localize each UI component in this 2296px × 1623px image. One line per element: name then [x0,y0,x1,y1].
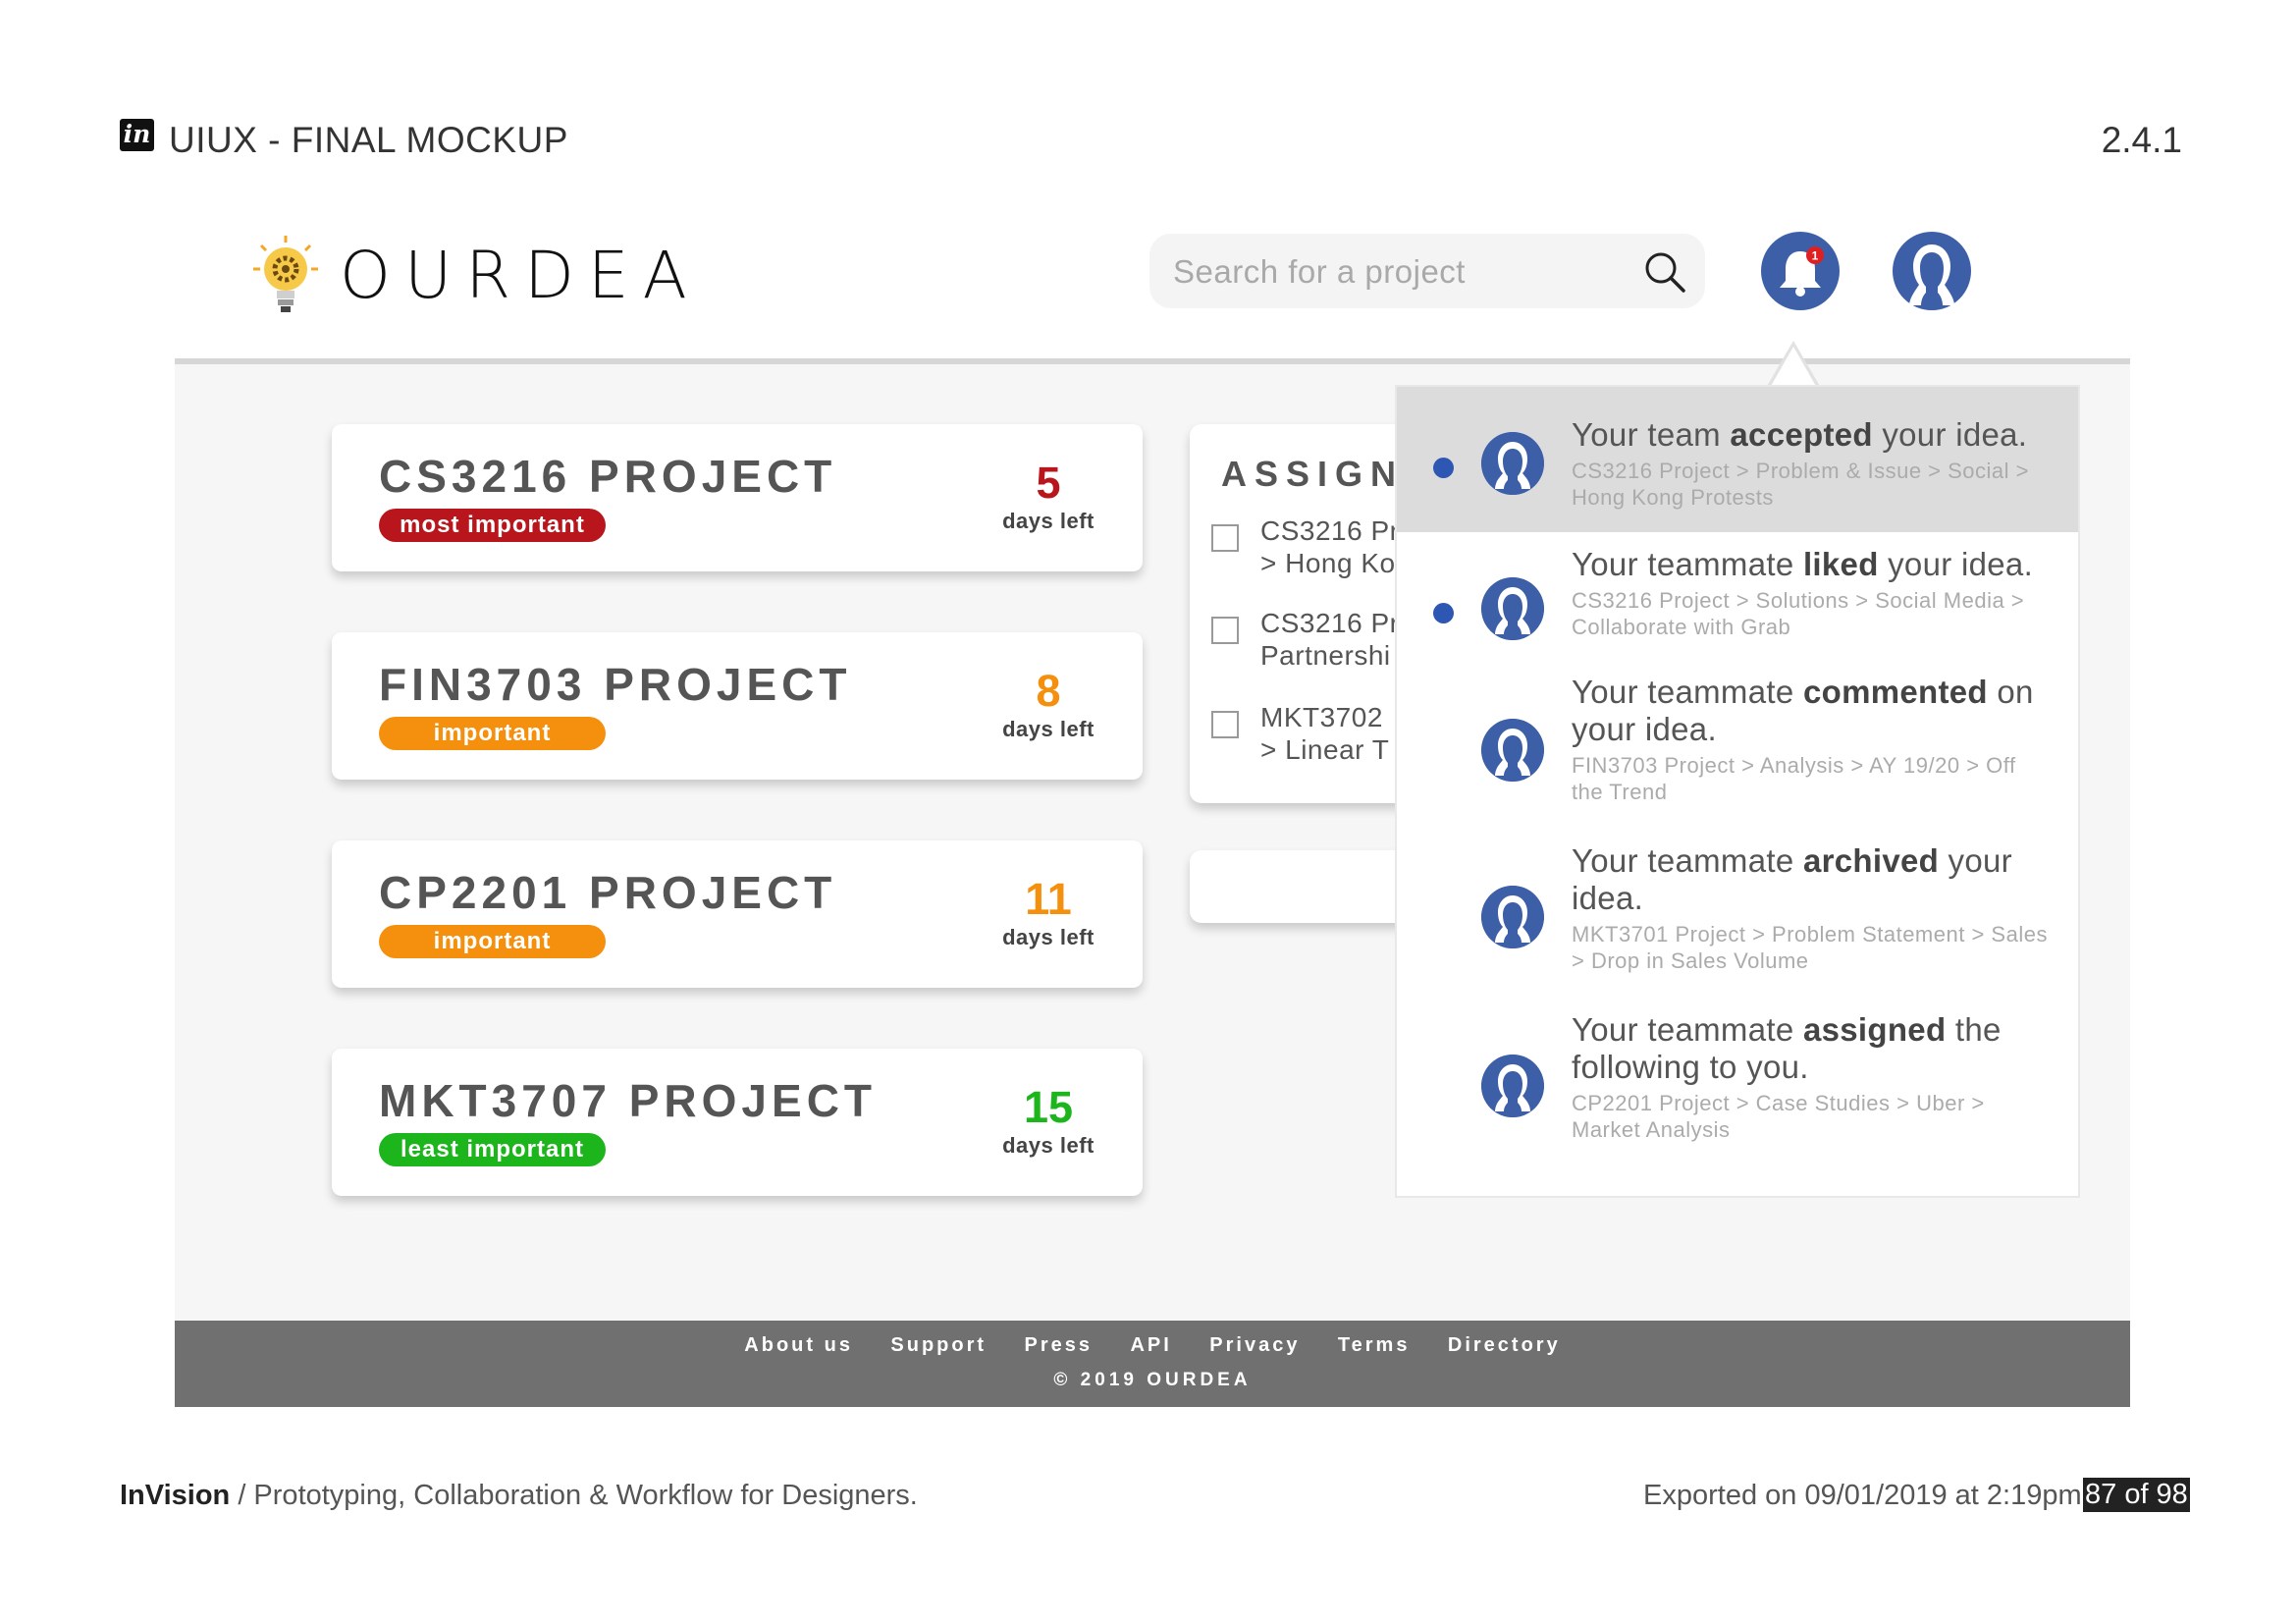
notification-message: Your team accepted your idea. [1572,416,2028,453]
priority-badge: important [379,925,606,958]
user-avatar-icon [1481,577,1544,640]
days-left-count: 5 [1036,458,1061,508]
footer-link-privacy[interactable]: Privacy [1209,1334,1300,1357]
priority-badge: least important [379,1133,606,1166]
checkbox-icon[interactable] [1211,617,1239,644]
footer-link-api[interactable]: API [1130,1334,1171,1357]
brand-wordmark[interactable]: OURDEA [340,238,701,313]
export-version: 2.4.1 [2101,120,2182,160]
checkbox-icon[interactable] [1211,524,1239,552]
dropdown-pointer-fill [1770,347,1817,388]
days-left-count: 11 [1025,874,1072,924]
checkbox-icon[interactable] [1211,711,1239,738]
search-bar [1149,234,1705,308]
notification-message: Your teammate liked your idea. [1572,546,2034,582]
notification-path[interactable]: CS3216 Project > Problem & Issue > Socia… [1572,458,2053,511]
invision-tagline: InVision / Prototyping, Collaboration & … [120,1480,918,1511]
bell-icon: 1 [1780,246,1824,297]
footer-links: About us Support Press API Privacy Terms… [175,1334,2130,1357]
notification-path[interactable]: CS3216 Project > Solutions > Social Medi… [1572,587,2053,640]
notification-message: Your teammate commented on your idea. [1572,674,2034,747]
export-title: UIUX - FINAL MOCKUP [169,120,568,160]
project-title: CS3216 PROJECT [379,451,837,502]
site-footer: About us Support Press API Privacy Terms… [175,1321,2130,1407]
copyright: © 2019 OURDEA [1053,1370,1252,1390]
user-avatar-icon [1481,432,1544,495]
footer-link-press[interactable]: Press [1025,1334,1094,1357]
project-card[interactable]: MKT3707 PROJECT least important 15 days … [332,1049,1143,1196]
export-date: Exported on 09/01/2019 at 2:19pm [1643,1480,2082,1511]
notification-count-badge: 1 [1812,249,1819,263]
assigned-item-text: CS3216 Pr Partnershi [1260,608,1400,671]
notification-item[interactable]: Your teammate assigned the following to … [1397,998,2078,1174]
project-card[interactable]: CS3216 PROJECT most important 5 days lef… [332,424,1143,571]
search-input[interactable] [1171,245,1627,298]
notification-item[interactable]: Your teammate liked your idea. CS3216 Pr… [1397,532,2078,660]
days-left-label: days left [1002,1133,1095,1158]
notification-message: Your teammate archived your idea. [1572,842,2012,916]
lightbulb-gear-icon [253,236,318,312]
days-left-label: days left [1002,925,1095,949]
priority-badge: most important [379,509,606,542]
invision-logo-icon: in [120,119,154,151]
footer-link-support[interactable]: Support [890,1334,987,1357]
project-card[interactable]: CP2201 PROJECT important 11 days left [332,840,1143,988]
user-avatar-icon [1481,1055,1544,1117]
top-navbar: OURDEA 1 [175,187,2130,364]
days-left-count: 15 [1023,1082,1074,1132]
project-card[interactable]: FIN3703 PROJECT important 8 days left [332,632,1143,780]
notification-message: Your teammate assigned the following to … [1572,1011,2002,1085]
search-icon[interactable] [1642,249,1687,295]
notification-item[interactable]: Your team accepted your idea. CS3216 Pro… [1397,387,2078,532]
notifications-dropdown: Your team accepted your idea. CS3216 Pro… [1395,385,2080,1198]
days-left-count: 8 [1036,666,1061,716]
invision-brand: InVision [120,1480,231,1511]
notification-item[interactable]: Your teammate commented on your idea. FI… [1397,660,2078,829]
profile-avatar-button[interactable] [1893,232,1971,310]
footer-link-terms[interactable]: Terms [1338,1334,1411,1357]
project-title: FIN3703 PROJECT [379,659,852,710]
user-avatar-icon [1481,886,1544,948]
unread-dot [1433,603,1454,623]
footer-link-about[interactable]: About us [744,1334,853,1357]
assigned-item-text: MKT3702 > Linear T [1260,702,1390,765]
priority-badge: important [379,717,606,750]
page-counter: 87 of 98 [2083,1478,2190,1512]
user-avatar-icon [1909,244,1954,305]
assigned-item-text: CS3216 Pr > Hong Ko [1260,515,1400,578]
unread-dot [1433,458,1454,478]
days-left-label: days left [1002,717,1095,741]
project-title: MKT3707 PROJECT [379,1075,878,1126]
days-left-label: days left [1002,509,1095,533]
project-title: CP2201 PROJECT [379,867,837,918]
notification-path[interactable]: MKT3701 Project > Problem Statement > Sa… [1572,921,2053,974]
app-mockup: OURDEA 1 CS3216 PROJECT most important [175,187,2130,1407]
notification-item[interactable]: Your teammate archived your idea. MKT370… [1397,829,2078,998]
user-avatar-icon [1481,719,1544,782]
notifications-button[interactable]: 1 [1761,232,1840,310]
notification-path[interactable]: FIN3703 Project > Analysis > AY 19/20 > … [1572,752,2053,805]
notification-path[interactable]: CP2201 Project > Case Studies > Uber > M… [1572,1090,2053,1143]
footer-link-directory[interactable]: Directory [1448,1334,1561,1357]
